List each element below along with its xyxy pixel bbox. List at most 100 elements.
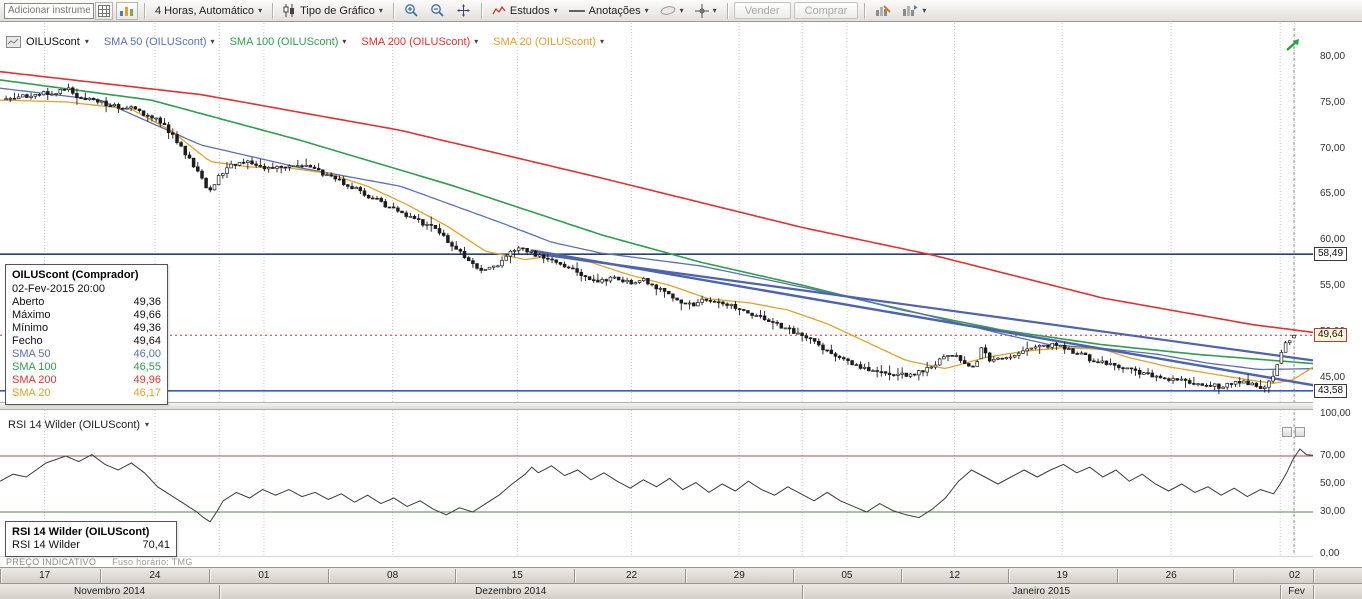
chevron-down-icon: ▾ — [85, 38, 89, 46]
rsi-tick-label: 50,00 — [1320, 478, 1345, 489]
toolbar-separator — [393, 3, 394, 19]
time-tick-label: 19 — [1057, 570, 1068, 581]
tooltip-row-sma200: SMA 20049,96 — [12, 374, 161, 387]
month-label: Dezembro 2014 — [475, 586, 546, 597]
eraser-icon — [660, 5, 676, 16]
legend-instrument-dropdown[interactable]: OILUScont ▾ — [6, 36, 89, 48]
instrument-list-button[interactable] — [95, 2, 113, 20]
time-axis-separator — [901, 569, 902, 583]
drawn-trendline[interactable] — [532, 250, 1313, 385]
rsi-tooltip-title: RSI 14 Wilder (OILUScont) — [12, 525, 170, 539]
legend-sma50-dropdown[interactable]: SMA 50 (OILUScont) ▾ — [104, 36, 215, 48]
annotations-label: Anotações — [589, 5, 641, 17]
chart-export-icon — [902, 4, 918, 17]
tooltip-row-sma20: SMA 2046,17 — [12, 387, 161, 400]
time-axis-separator — [1313, 569, 1314, 583]
crosshair-dropdown[interactable]: ▾ — [691, 1, 721, 21]
footer-note: PREÇO INDICATIVO Fuso horário: TMG — [6, 557, 193, 567]
tooltip-row-high: Máximo49,66 — [12, 309, 161, 322]
indicative-price-label: PREÇO INDICATIVO — [6, 557, 96, 567]
chart-template-button[interactable] — [116, 2, 138, 20]
time-axis[interactable]: 172401081522290512192602 — [0, 567, 1362, 583]
price-tick-label: 65,00 — [1320, 188, 1345, 199]
chevron-down-icon: ▾ — [258, 7, 262, 15]
sma-line[interactable] — [0, 80, 1313, 364]
time-axis-separator — [328, 569, 329, 583]
time-tick-label: 01 — [258, 570, 269, 581]
timezone-label: Fuso horário: TMG — [112, 557, 192, 567]
legend-sma20-dropdown[interactable]: SMA 20 (OILUScont) ▾ — [493, 36, 604, 48]
add-instrument-input[interactable] — [4, 3, 94, 19]
toolbar: 4 Horas, Automático ▾ Tipo de Gráfico ▾ … — [0, 0, 1362, 22]
sell-button[interactable]: Vender — [734, 2, 791, 19]
grid-icon — [98, 5, 110, 17]
chevron-down-icon: ▾ — [645, 7, 649, 15]
legend-sma50-label: SMA 50 (OILUScont) — [104, 36, 207, 48]
rsi-legend-label: RSI 14 Wilder (OILUScont) — [8, 419, 140, 431]
price-tick-label: 45,00 — [1320, 372, 1345, 383]
interval-dropdown[interactable]: 4 Horas, Automático ▾ — [151, 1, 266, 21]
mini-chart-icon — [119, 4, 135, 17]
trading-chart-window: 4 Horas, Automático ▾ Tipo de Gráfico ▾ … — [0, 0, 1362, 599]
rsi-tooltip-row: RSI 14 Wilder70,41 — [12, 539, 170, 552]
month-axis-separator — [1313, 585, 1314, 599]
price-axis[interactable]: 80,0075,0070,0065,0060,0055,0050,0045,00… — [1313, 22, 1362, 566]
time-tick-label: 08 — [387, 570, 398, 581]
zoom-in-button[interactable] — [400, 1, 423, 21]
tooltip-title: OILUScont (Comprador) — [12, 268, 161, 282]
eraser-dropdown[interactable]: ▾ — [656, 1, 688, 21]
time-tick-label: 17 — [39, 570, 50, 581]
rsi-bottom-border — [0, 556, 1313, 557]
price-tick-label: 60,00 — [1320, 234, 1345, 245]
tooltip-row-sma100: SMA 10046,55 — [12, 361, 161, 374]
tooltip-row-open: Aberto49,36 — [12, 296, 161, 309]
time-axis-separator — [455, 569, 456, 583]
chart-edit-button[interactable] — [871, 1, 895, 21]
add-instrument-group — [4, 2, 113, 20]
legend-sma100-label: SMA 100 (OILUScont) — [230, 36, 339, 48]
pan-icon — [456, 3, 471, 18]
tooltip-row-sma50: SMA 5046,00 — [12, 348, 161, 361]
zoom-out-button[interactable] — [426, 1, 449, 21]
month-label: Janeiro 2015 — [1012, 586, 1070, 597]
rsi-collapse-button[interactable] — [1282, 427, 1292, 437]
chart-pencil-icon — [875, 4, 891, 17]
level-price-badge: 58,49 — [1314, 247, 1347, 261]
chart-export-button[interactable]: ▾ — [898, 1, 930, 21]
month-axis-separator — [219, 585, 220, 599]
studies-dropdown[interactable]: Estudos ▾ — [488, 1, 562, 21]
month-label: Novembro 2014 — [74, 586, 145, 597]
annotations-dropdown[interactable]: Anotações ▾ — [565, 1, 653, 21]
candlestick-icon — [283, 4, 296, 17]
rsi-tick-label: 30,00 — [1320, 506, 1345, 517]
time-tick-label: 22 — [626, 570, 637, 581]
drawn-trendline[interactable] — [538, 254, 1313, 360]
rsi-indicator-dropdown[interactable]: RSI 14 Wilder (OILUScont) ▾ — [8, 419, 149, 431]
sma-line[interactable] — [0, 88, 1313, 369]
pan-button[interactable] — [452, 1, 475, 21]
chart-canvas[interactable] — [0, 0, 1362, 599]
green-arrow-icon — [1284, 37, 1302, 53]
legend-sma200-dropdown[interactable]: SMA 200 (OILUScont) ▾ — [361, 36, 478, 48]
candle-tooltip: OILUScont (Comprador) 02-Fev-2015 20:00 … — [5, 264, 168, 405]
buy-button[interactable]: Comprar — [794, 2, 859, 19]
price-tick-label: 70,00 — [1320, 143, 1345, 154]
last-price-badge: 49,64 — [1314, 328, 1347, 342]
chart-type-dropdown[interactable]: Tipo de Gráfico ▾ — [279, 1, 387, 21]
legend-instrument-label: OILUScont — [26, 36, 80, 48]
time-axis-separator — [1008, 569, 1009, 583]
time-axis-separator — [100, 569, 101, 583]
chart-legend: OILUScont ▾ SMA 50 (OILUScont) ▾ SMA 100… — [6, 36, 604, 48]
tooltip-row-low: Mínimo49,36 — [12, 322, 161, 335]
legend-sma200-label: SMA 200 (OILUScont) — [361, 36, 470, 48]
time-axis-separator — [793, 569, 794, 583]
rsi-expand-button[interactable] — [1295, 427, 1305, 437]
time-axis-separator — [1233, 569, 1234, 583]
buy-arrow-marker[interactable] — [1284, 37, 1302, 58]
time-axis-separator — [1117, 569, 1118, 583]
pane-splitter[interactable] — [0, 402, 1362, 410]
legend-sma100-dropdown[interactable]: SMA 100 (OILUScont) ▾ — [230, 36, 347, 48]
time-tick-label: 29 — [734, 570, 745, 581]
rsi-tooltip: RSI 14 Wilder (OILUScont) RSI 14 Wilder7… — [5, 521, 177, 557]
price-tick-label: 55,00 — [1320, 280, 1345, 291]
